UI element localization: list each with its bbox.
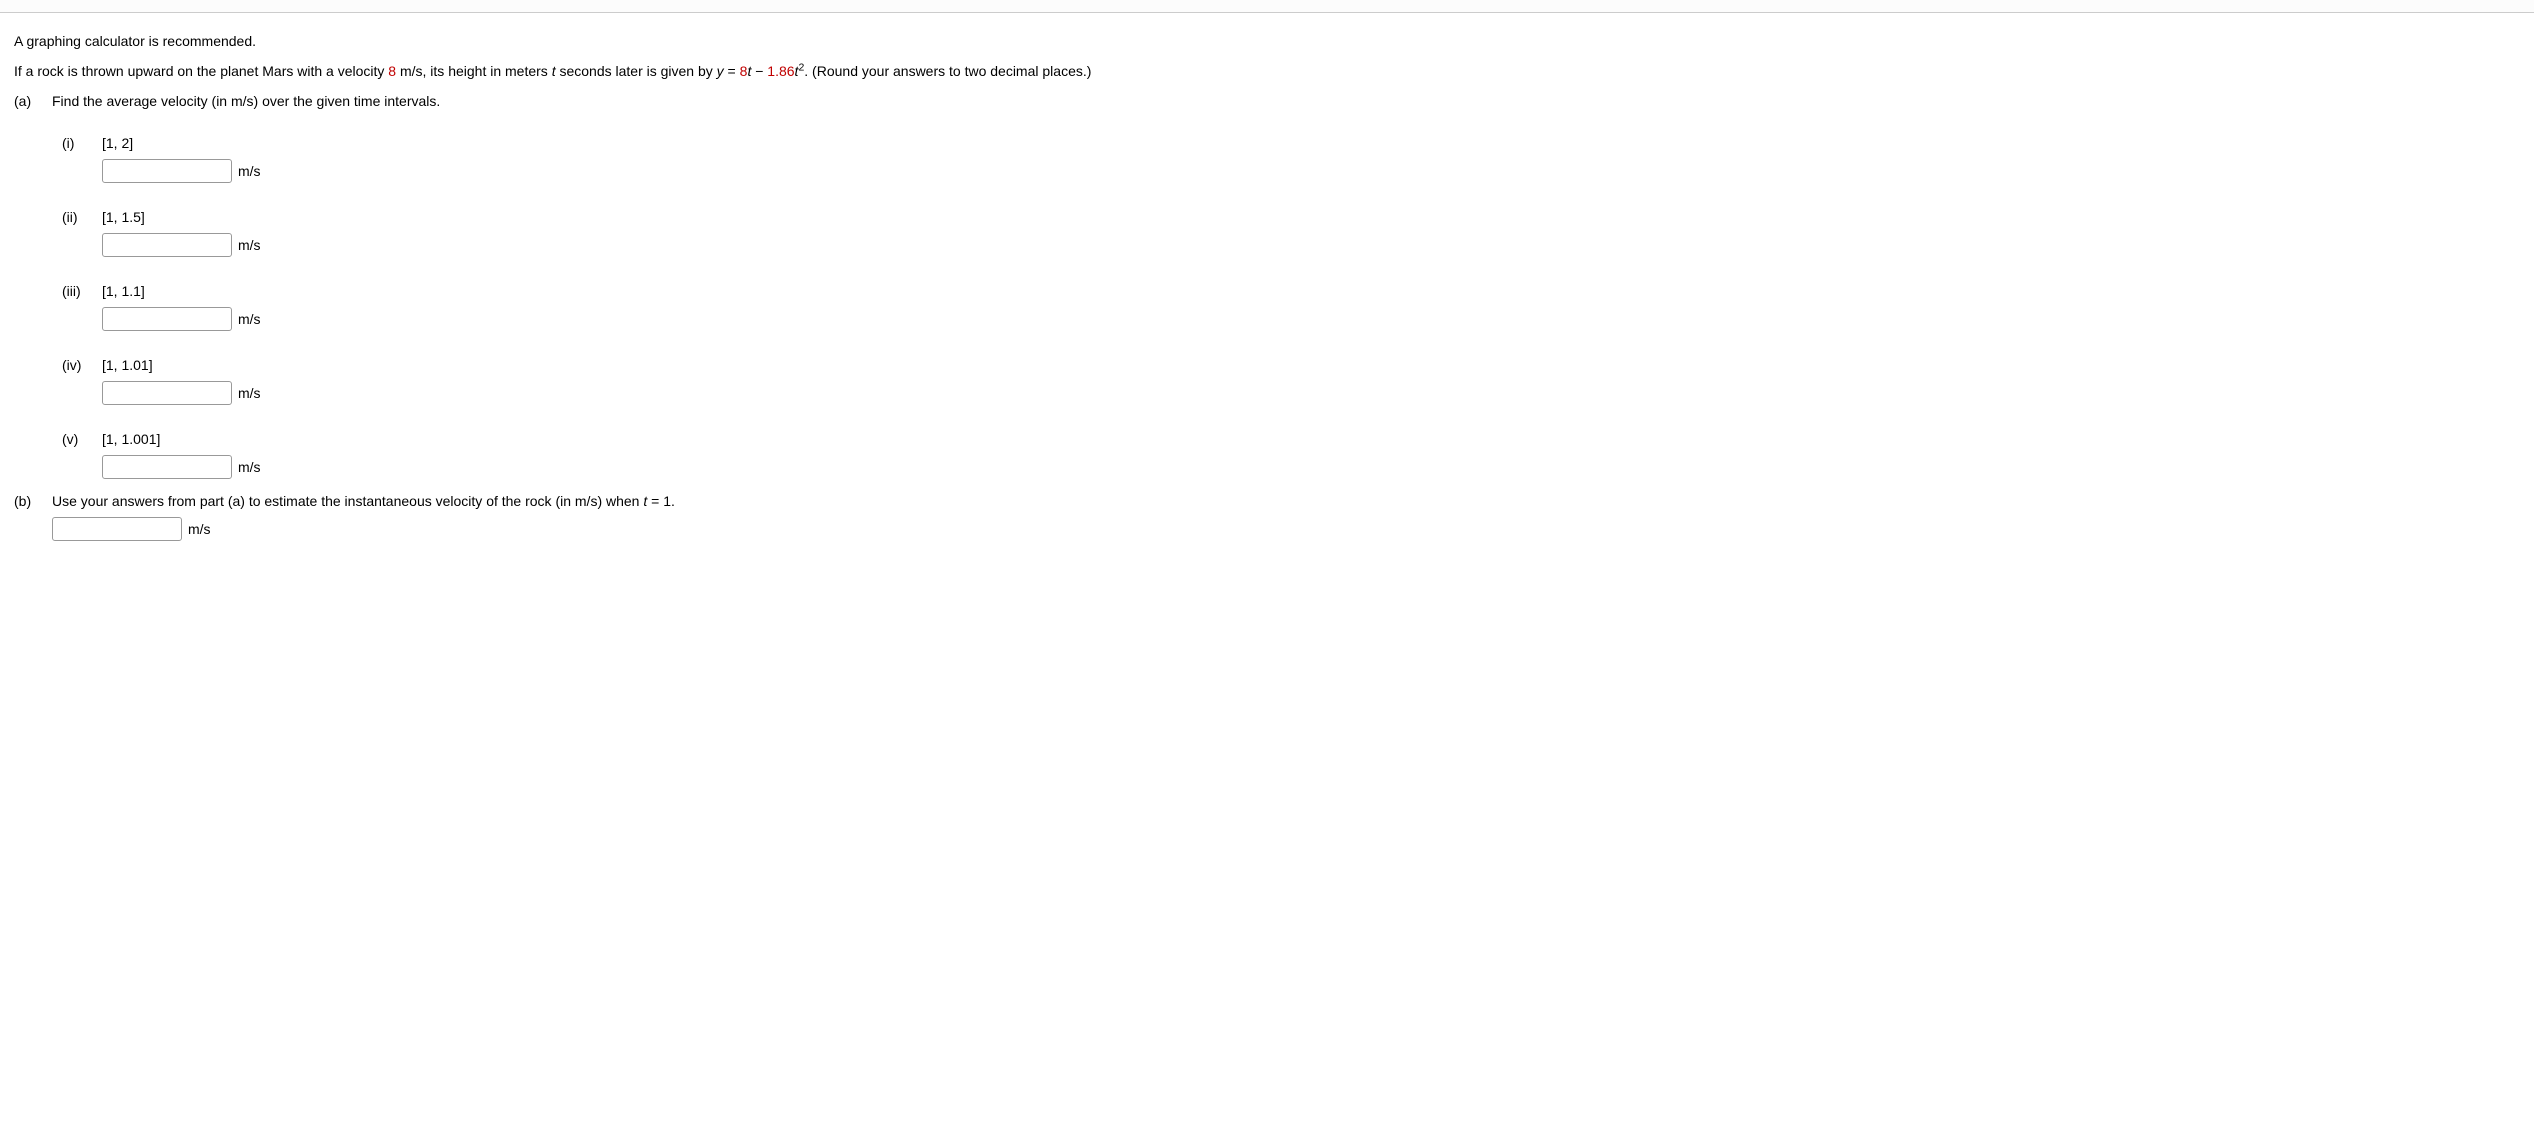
interval-text: [1, 1.001] (102, 431, 160, 447)
part-b-prefix: Use your answers from part (a) to estima… (52, 493, 643, 509)
part-a-text: Find the average velocity (in m/s) over … (52, 93, 2520, 109)
var-y: y (717, 63, 724, 79)
unit-label: m/s (238, 311, 261, 327)
unit-label: m/s (238, 163, 261, 179)
sub-label: (ii) (62, 209, 102, 225)
part-a-sublist: (i) [1, 2] m/s (ii) [1, 1.5] m/s (iii) [… (62, 135, 2520, 479)
sub-label: (v) (62, 431, 102, 447)
answer-input-a-iv[interactable] (102, 381, 232, 405)
answer-row: m/s (102, 159, 2520, 183)
part-b-eq: = 1. (647, 493, 675, 509)
term2-coef: 1.86 (767, 63, 794, 79)
sub-item: (iv) [1, 1.01] (62, 357, 2520, 373)
answer-input-a-i[interactable] (102, 159, 232, 183)
eq-spacer: = (724, 63, 740, 79)
sub-label: (i) (62, 135, 102, 151)
interval-text: [1, 1.01] (102, 357, 153, 373)
problem-prefix: If a rock is thrown upward on the planet… (14, 63, 388, 79)
answer-input-a-iii[interactable] (102, 307, 232, 331)
sub-label: (iv) (62, 357, 102, 373)
part-b-label: (b) (14, 493, 52, 555)
sub-item: (iii) [1, 1.1] (62, 283, 2520, 299)
answer-input-a-v[interactable] (102, 455, 232, 479)
part-b-text: Use your answers from part (a) to estima… (52, 493, 2520, 555)
answer-input-b[interactable] (52, 517, 182, 541)
problem-mid2: seconds later is given by (556, 63, 717, 79)
interval-text: [1, 1.1] (102, 283, 145, 299)
interval-text: [1, 2] (102, 135, 133, 151)
answer-input-a-ii[interactable] (102, 233, 232, 257)
answer-row-b: m/s (52, 517, 2520, 541)
sub-item: (i) [1, 2] (62, 135, 2520, 151)
sub-item: (ii) [1, 1.5] (62, 209, 2520, 225)
unit-label: m/s (188, 521, 211, 537)
part-a-label: (a) (14, 93, 52, 109)
top-divider (0, 0, 2534, 13)
answer-row: m/s (102, 381, 2520, 405)
unit-label: m/s (238, 459, 261, 475)
interval-text: [1, 1.5] (102, 209, 145, 225)
answer-row: m/s (102, 455, 2520, 479)
unit-label: m/s (238, 237, 261, 253)
minus: − (751, 63, 767, 79)
answer-row: m/s (102, 233, 2520, 257)
sub-item: (v) [1, 1.001] (62, 431, 2520, 447)
problem-mid1: m/s, its height in meters (396, 63, 552, 79)
sub-label: (iii) (62, 283, 102, 299)
question-content: A graphing calculator is recommended. If… (0, 13, 2534, 579)
answer-row: m/s (102, 307, 2520, 331)
problem-statement: If a rock is thrown upward on the planet… (14, 63, 2520, 79)
part-a-row: (a) Find the average velocity (in m/s) o… (14, 93, 2520, 109)
problem-suffix: . (Round your answers to two decimal pla… (804, 63, 1091, 79)
velocity-value: 8 (388, 63, 396, 79)
intro-text: A graphing calculator is recommended. (14, 33, 2520, 49)
unit-label: m/s (238, 385, 261, 401)
part-b-row: (b) Use your answers from part (a) to es… (14, 493, 2520, 555)
